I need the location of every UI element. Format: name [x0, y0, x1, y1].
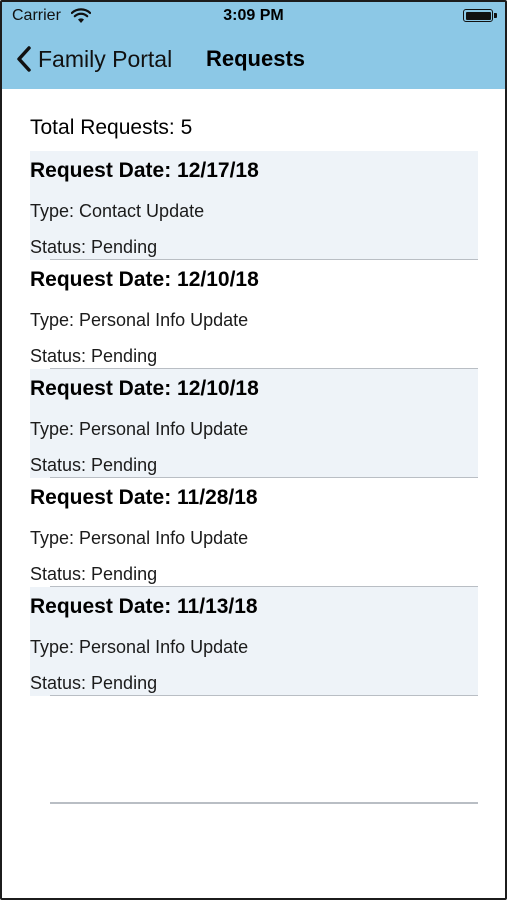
chevron-left-icon: [17, 46, 31, 72]
empty-row-separator: [50, 802, 478, 804]
request-type: Type: Personal Info Update: [30, 310, 249, 330]
request-date: Request Date: 12/10/18: [30, 268, 259, 291]
requests-list: Request Date: 12/17/18 Type: Contact Upd…: [30, 151, 478, 696]
request-status: Status: Pending: [30, 237, 158, 257]
battery-icon: [463, 9, 497, 22]
request-date: Request Date: 12/10/18: [30, 377, 259, 400]
request-status: Status: Pending: [30, 455, 158, 475]
request-status: Status: Pending: [30, 346, 158, 366]
header: Carrier 3:09 PM Family Portal Requests: [2, 0, 505, 89]
request-row[interactable]: Request Date: 11/28/18 Type: Personal In…: [30, 478, 478, 587]
request-status: Status: Pending: [30, 673, 158, 693]
request-row[interactable]: Request Date: 12/10/18 Type: Personal In…: [30, 369, 478, 478]
total-requests: Total Requests: 5: [30, 116, 193, 139]
clock: 3:09 PM: [223, 7, 284, 24]
request-date: Request Date: 11/28/18: [30, 486, 258, 509]
request-type: Type: Personal Info Update: [30, 419, 249, 439]
page-title: Requests: [206, 46, 306, 71]
request-row[interactable]: Request Date: 11/13/18 Type: Personal In…: [30, 587, 478, 696]
request-type: Type: Personal Info Update: [30, 528, 249, 548]
back-button[interactable]: Family Portal: [14, 44, 172, 74]
status-bar: Carrier 3:09 PM: [2, 0, 505, 32]
navigation-bar: Family Portal Requests: [2, 32, 505, 89]
request-row[interactable]: Request Date: 12/10/18 Type: Personal In…: [30, 260, 478, 369]
request-status: Status: Pending: [30, 564, 158, 584]
request-date: Request Date: 11/13/18: [30, 595, 258, 618]
request-type: Type: Personal Info Update: [30, 637, 249, 657]
request-type: Type: Contact Update: [30, 201, 205, 221]
request-date: Request Date: 12/17/18: [30, 159, 259, 182]
row-separator: [50, 694, 478, 696]
request-row[interactable]: Request Date: 12/17/18 Type: Contact Upd…: [30, 151, 478, 260]
back-label: Family Portal: [38, 45, 173, 72]
